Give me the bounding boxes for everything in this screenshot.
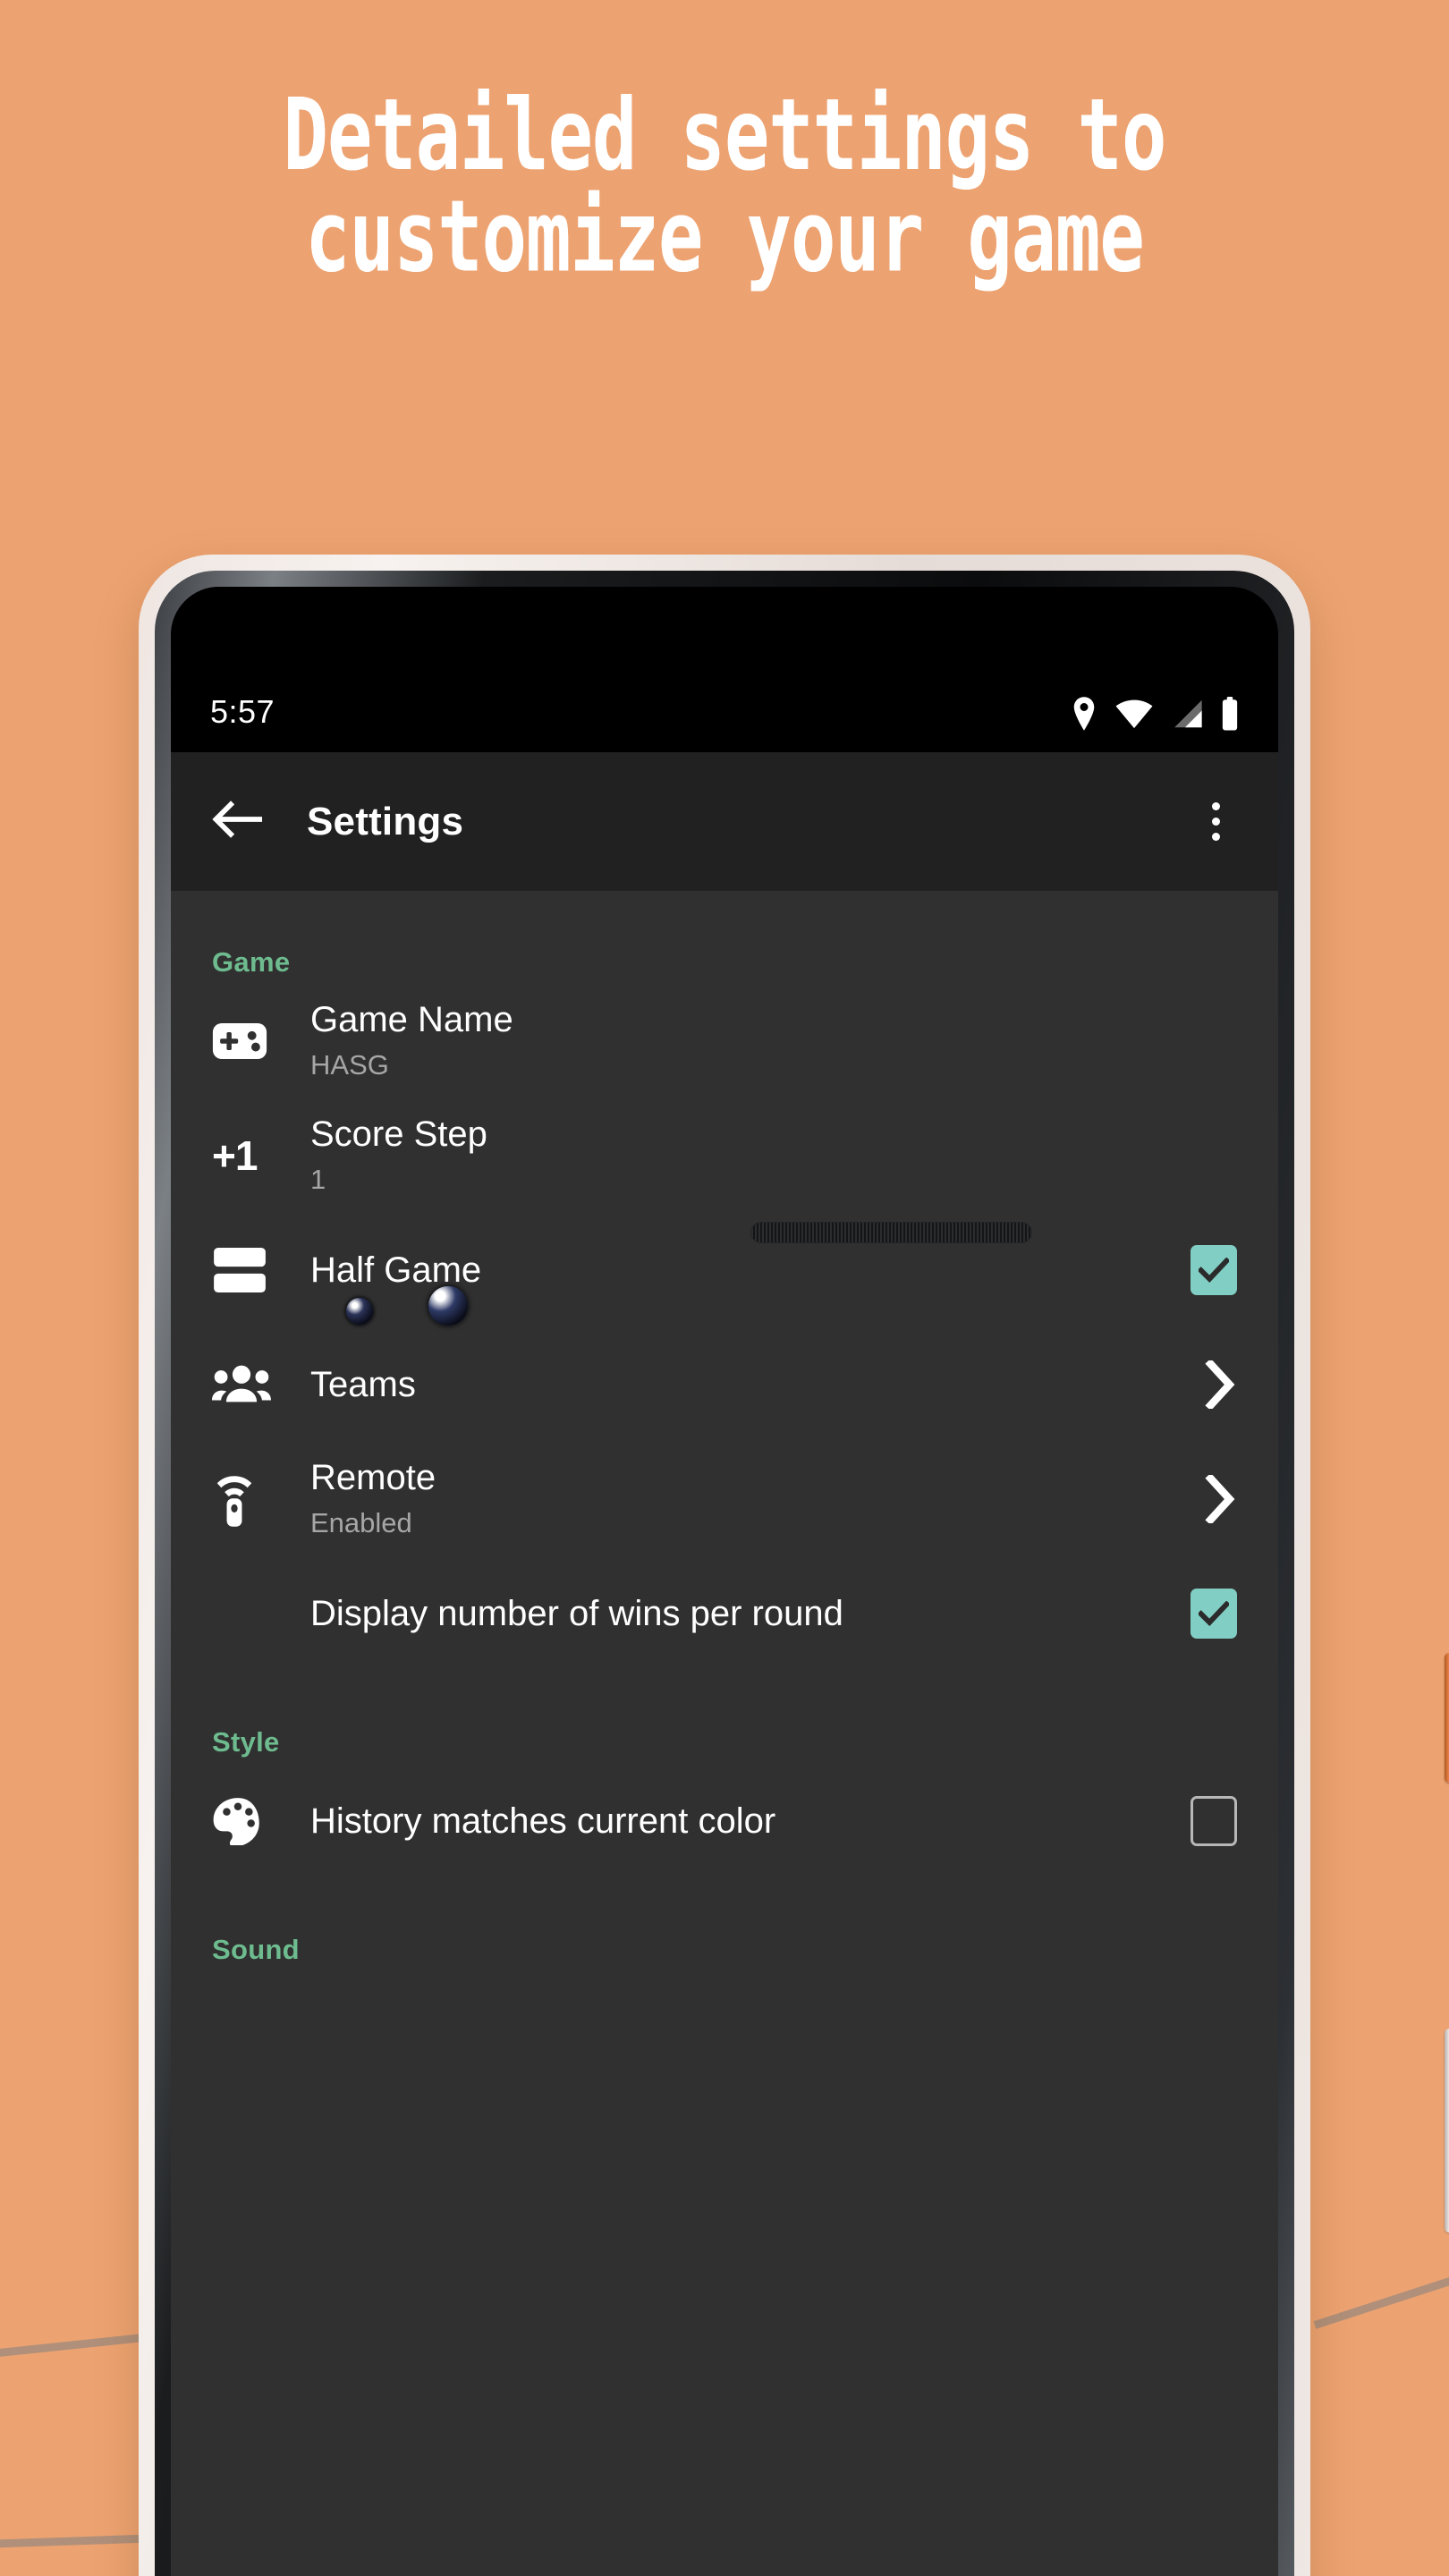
- accessory-checkbox[interactable]: [1191, 1589, 1237, 1639]
- setting-subtitle: HASG: [310, 1048, 389, 1080]
- status-bar: 5:57: [171, 587, 1278, 752]
- setting-row-game-name[interactable]: Game Name HASG: [171, 984, 1278, 1098]
- setting-text-game-name: Game Name HASG: [287, 999, 1219, 1082]
- plus-one-icon: +1: [212, 1131, 287, 1180]
- gamepad-icon: [212, 1020, 287, 1063]
- setting-text-teams: Teams: [287, 1364, 1187, 1405]
- background-line-right: [1313, 2258, 1449, 2329]
- promo-headline: Detailed settings to customize your game: [0, 78, 1449, 296]
- setting-subtitle: Enabled: [310, 1506, 412, 1538]
- checkbox-history-color[interactable]: [1191, 1796, 1237, 1846]
- cellular-signal-icon: [1171, 699, 1203, 729]
- section-header-sound: Sound: [212, 1934, 300, 1965]
- section-header-game: Game: [212, 946, 291, 978]
- setting-title: Remote: [310, 1458, 436, 1498]
- setting-title: Display number of wins per round: [310, 1593, 843, 1633]
- wifi-icon: [1115, 699, 1153, 729]
- setting-row-display-wins[interactable]: Display number of wins per round: [171, 1556, 1278, 1671]
- status-bar-icons: [1071, 697, 1239, 731]
- setting-text-remote: Remote Enabled: [287, 1457, 1187, 1540]
- setting-text-half-game: Half Game: [287, 1250, 1173, 1291]
- section-header-style: Style: [212, 1726, 280, 1758]
- headline-line-1: Detailed settings to: [283, 78, 1167, 194]
- palette-icon: [212, 1797, 287, 1845]
- split-bars-icon: [212, 1247, 287, 1293]
- remote-control-icon: [212, 1471, 287, 1527]
- setting-subtitle: 1: [310, 1163, 326, 1195]
- chevron-right-icon[interactable]: [1205, 1360, 1237, 1409]
- front-camera-primary: [428, 1286, 468, 1326]
- page-title: Settings: [307, 799, 464, 843]
- chevron-right-icon[interactable]: [1205, 1475, 1237, 1523]
- promo-screenshot: Detailed settings to customize your game…: [0, 0, 1449, 2576]
- back-button[interactable]: [208, 793, 266, 851]
- setting-text-display-wins: Display number of wins per round: [287, 1593, 1173, 1634]
- earpiece-speaker: [750, 1222, 1032, 1243]
- setting-row-score-step[interactable]: +1 Score Step 1: [171, 1098, 1278, 1213]
- accessory-checkbox[interactable]: [1191, 1796, 1237, 1846]
- setting-row-teams[interactable]: Teams: [171, 1327, 1278, 1442]
- checkbox-half-game[interactable]: [1191, 1245, 1237, 1295]
- app-bar: Settings: [171, 752, 1278, 891]
- people-group-icon: [212, 1363, 287, 1406]
- setting-row-history-color[interactable]: History matches current color: [171, 1764, 1278, 1878]
- settings-app: 5:57 Settings Game Game Name HASG +1 Sco…: [171, 587, 1278, 2576]
- setting-title: Half Game: [310, 1250, 482, 1290]
- arrow-left-icon: [211, 800, 263, 843]
- setting-title: Teams: [310, 1364, 416, 1404]
- setting-title: Game Name: [310, 1000, 513, 1040]
- front-camera-secondary: [346, 1298, 373, 1325]
- checkbox-display-wins[interactable]: [1191, 1589, 1237, 1639]
- more-vertical-icon-dot-2: [1211, 818, 1220, 826]
- phone-mockup: 5:57 Settings Game Game Name HASG +1 Sco…: [139, 555, 1449, 2576]
- setting-row-remote[interactable]: Remote Enabled: [171, 1442, 1278, 1556]
- settings-list[interactable]: Game Game Name HASG +1 Score Step 1 Half…: [171, 891, 1278, 2576]
- plus-one-icon-label: +1: [212, 1132, 258, 1179]
- status-bar-clock: 5:57: [210, 693, 275, 730]
- phone-screen: 5:57 Settings Game Game Name HASG +1 Sco…: [171, 587, 1278, 2576]
- setting-row-half-game[interactable]: Half Game: [171, 1213, 1278, 1327]
- headline-line-2: customize your game: [305, 180, 1144, 296]
- power-button[interactable]: [1445, 1653, 1449, 1783]
- location-pin-icon: [1071, 697, 1097, 731]
- volume-rocker-button[interactable]: [1445, 2029, 1449, 2233]
- setting-title: Score Step: [310, 1114, 487, 1155]
- battery-icon: [1221, 697, 1239, 731]
- more-vertical-icon-dot-1: [1211, 802, 1220, 810]
- accessory-checkbox[interactable]: [1191, 1245, 1237, 1295]
- setting-text-score-step: Score Step 1: [287, 1114, 1219, 1197]
- setting-text-history-color: History matches current color: [287, 1801, 1173, 1842]
- more-vertical-icon-dot-3: [1211, 833, 1220, 841]
- overflow-menu-button[interactable]: [1191, 793, 1241, 851]
- setting-title: History matches current color: [310, 1801, 776, 1841]
